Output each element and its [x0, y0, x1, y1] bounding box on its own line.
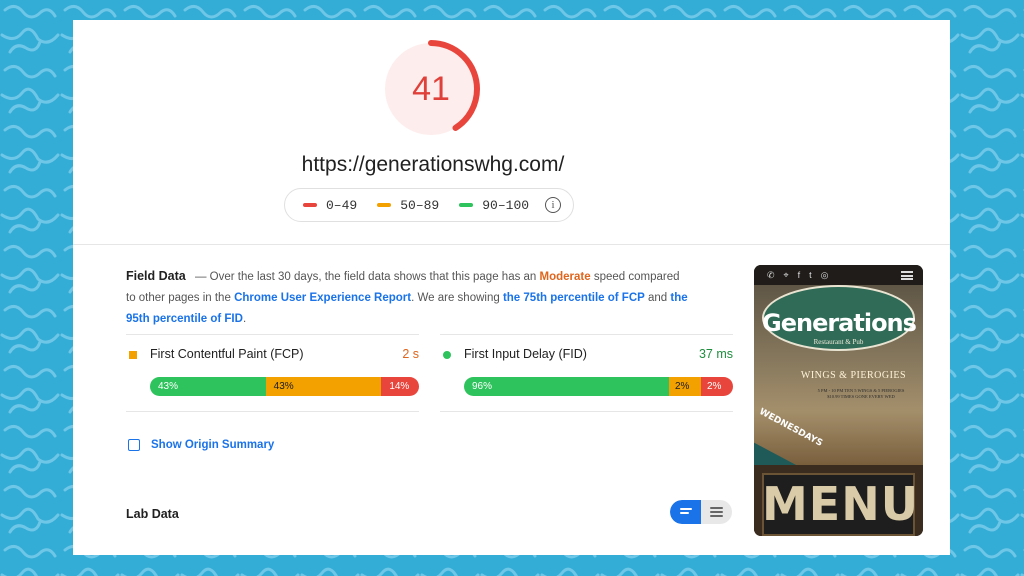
fcp-label: First Contentful Paint (FCP) — [150, 347, 304, 361]
legend-poor-marker — [303, 203, 317, 207]
p75-fcp-link[interactable]: the 75th percentile of FCP — [503, 292, 645, 304]
legend-good-marker — [459, 203, 474, 207]
performance-score-gauge: 41 — [378, 36, 484, 142]
legend-item-average: 50–89 — [377, 198, 439, 213]
fid-segment-slow: 2% — [701, 377, 733, 396]
field-data-title: Field Data — [126, 269, 186, 283]
fid-distribution-bar: 96% 2% 2% — [464, 377, 733, 396]
fid-value: 37 ms — [698, 347, 733, 361]
fid-label: First Input Delay (FID) — [464, 347, 587, 361]
tested-url: https://generationswhg.com/ — [301, 153, 565, 176]
fcp-segment-slow: 14% — [381, 377, 419, 396]
origin-summary-label[interactable]: Show Origin Summary — [151, 439, 274, 451]
score-legend: 0–49 50–89 90–100 i — [284, 188, 574, 222]
site-top-bar: ✆ ⌖ f t ◎ — [754, 265, 923, 285]
field-data-description: Field Data — Over the last 30 days, the … — [126, 266, 691, 330]
speed-rating: Moderate — [539, 271, 591, 283]
metric-fid: First Input Delay (FID) 37 ms 96% 2% 2% — [440, 334, 733, 412]
list-view-icon[interactable] — [670, 500, 701, 524]
legend-good-label: 90–100 — [482, 197, 530, 213]
legend-item-poor: 0–49 — [303, 198, 357, 213]
origin-summary-checkbox[interactable] — [128, 439, 140, 451]
field-data-text-1: — Over the last 30 days, the field data … — [194, 271, 540, 283]
site-logo: Generations — [762, 309, 917, 337]
show-origin-summary[interactable]: Show Origin Summary — [128, 439, 274, 451]
view-toggle[interactable] — [670, 500, 732, 524]
legend-item-good: 90–100 — [459, 198, 529, 213]
legend-average-label: 50–89 — [400, 197, 440, 213]
facebook-icon: f — [797, 270, 801, 280]
section-divider — [73, 244, 950, 245]
twitter-icon: t — [809, 270, 812, 280]
fcp-distribution-bar: 43% 43% 14% — [150, 377, 419, 396]
fcp-segment-fast: 43% — [150, 377, 266, 396]
metric-fcp: First Contentful Paint (FCP) 2 s 43% 43%… — [126, 334, 419, 412]
fid-segment-average: 2% — [669, 377, 701, 396]
field-data-text-3: . We are showing — [411, 292, 503, 304]
hamburger-menu-icon — [901, 271, 913, 280]
field-data-text-4: and — [644, 292, 671, 304]
page-screenshot-thumbnail: ✆ ⌖ f t ◎ Generations Restaurant & Pub W… — [754, 265, 923, 536]
legend-average-marker — [377, 203, 392, 207]
promo-headline: WINGS & PIEROGIES — [800, 370, 907, 381]
instagram-icon: ◎ — [820, 269, 829, 280]
location-icon: ⌖ — [783, 269, 789, 280]
pagespeed-report-card: 41 https://generationswhg.com/ 0–49 50–8… — [73, 20, 950, 555]
fid-segment-fast: 96% — [464, 377, 669, 396]
fid-status-marker — [443, 351, 451, 359]
fcp-segment-average: 43% — [265, 377, 382, 396]
field-data-text-5: . — [242, 313, 247, 325]
fcp-value: 2 s — [402, 347, 419, 361]
fcp-status-marker — [129, 351, 137, 359]
site-logo-subtitle: Restaurant & Pub — [813, 338, 864, 346]
legend-poor-label: 0–49 — [326, 197, 358, 213]
performance-score: 41 — [412, 69, 450, 108]
menu-sign: MENU — [762, 477, 920, 531]
info-icon[interactable]: i — [545, 197, 562, 213]
promo-details: 5 PM - 10 PM TEN 5 WINGS & 5 PIEROGIES $… — [817, 388, 905, 399]
lab-data-title: Lab Data — [126, 507, 179, 521]
phone-icon: ✆ — [767, 269, 775, 280]
crux-report-link[interactable]: Chrome User Experience Report — [234, 292, 411, 304]
